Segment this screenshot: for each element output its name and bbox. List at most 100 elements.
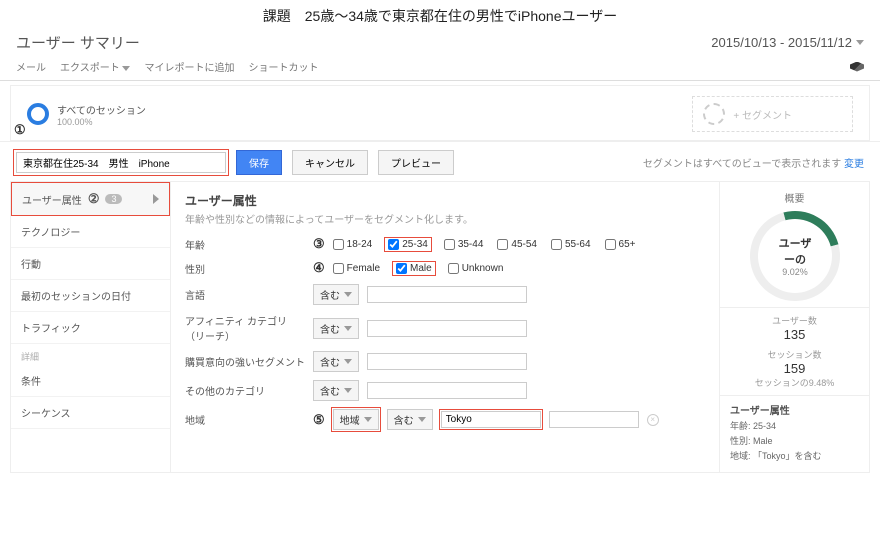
change-link[interactable]: 変更 [844,159,864,170]
segment-bar: すべてのセッション 100.00% + セグメント [10,85,870,141]
chevron-down-icon [344,292,352,297]
chevron-down-icon [856,40,864,45]
summary-kv-gender: 性別: Male [730,434,859,447]
main-panel: ユーザー属性 年齢や性別などの情報によってユーザーをセグメント化します。 年齢 … [171,182,719,472]
marker-1: ① [14,122,26,138]
label-inmarket: 購買意向の強いセグメント [185,354,305,369]
inmarket-input[interactable] [367,353,527,370]
gauge-label: ユーザーの 9.02% [776,235,813,277]
task-title: 課題 25歳～34歳で東京都在住の男性でiPhoneユーザー [0,0,880,28]
age-18-24[interactable]: 18-24 [333,239,373,250]
sidebar-item-label: ユーザー属性 [22,192,82,207]
gauge-pct: 9.02% [776,267,813,277]
label-gender: 性別 [185,261,305,276]
age-25-34[interactable]: 25-34 [386,239,430,250]
toolbar-add-report[interactable]: マイレポートに追加 [144,59,234,74]
row-age: 年齢 ③ 18-24 25-34 35-44 45-54 55-64 65+ [185,236,705,252]
sidebar: ユーザー属性 ② 3 テクノロジー 行動 最初のセッションの日付 トラフィック … [11,182,171,472]
row-language: 言語 含む [185,284,705,305]
row-region: 地域 ⑤ 地域 含む × [185,409,705,430]
toolbar-mail[interactable]: メール [16,59,46,74]
row-inmarket: 購買意向の強いセグメント 含む [185,351,705,372]
region-input[interactable] [441,411,541,428]
sidebar-item-sequences[interactable]: シーケンス [11,397,170,429]
sidebar-item-conditions[interactable]: 条件 [11,365,170,397]
gender-female[interactable]: Female [333,263,380,274]
marker-4: ④ [313,260,325,276]
dd-region-dimension[interactable]: 地域 [333,409,379,430]
region-input-2[interactable] [549,411,639,428]
age-55-64[interactable]: 55-64 [551,239,591,250]
other-input[interactable] [367,382,527,399]
stat-sessions-sub: セッションの9.48% [730,376,859,389]
row-affinity: アフィニティ カテゴリ（リーチ） 含む [185,313,705,343]
age-65plus[interactable]: 65+ [605,239,636,250]
sidebar-item-label: 行動 [21,256,41,271]
segment-add[interactable]: + セグメント [692,96,853,132]
cancel-button[interactable]: キャンセル [292,150,368,175]
date-range-text: 2015/10/13 - 2015/11/12 [711,35,852,50]
chevron-down-icon [418,417,426,422]
label-language: 言語 [185,287,305,302]
education-icon[interactable] [850,62,864,72]
affinity-input[interactable] [367,320,527,337]
sidebar-item-label: シーケンス [21,405,71,420]
row-gender: 性別 ④ Female Male Unknown [185,260,705,276]
dd-affinity-match[interactable]: 含む [313,318,359,339]
sidebar-badge: 3 [105,194,122,204]
dd-other-match[interactable]: 含む [313,380,359,401]
segment-all-sessions[interactable]: すべてのセッション 100.00% [27,102,146,127]
segment-scope-note: セグメントはすべてのビューで表示されます 変更 [643,155,864,170]
toolbar-export[interactable]: エクスポート [60,59,130,74]
summary-head: 概要 [730,190,859,205]
stat-users-num: 135 [730,327,859,342]
stat-users-label: ユーザー数 [730,314,859,327]
gender-male[interactable]: Male [394,263,434,274]
remove-icon[interactable]: × [647,414,659,426]
segment-label: すべてのセッション [57,102,146,117]
age-35-44[interactable]: 35-44 [444,239,484,250]
stat-sessions-label: セッション数 [730,348,859,361]
gender-unknown[interactable]: Unknown [448,263,504,274]
chevron-down-icon [344,388,352,393]
summary-panel: 概要 ユーザーの 9.02% ユーザー数 135 セッション数 159 セッショ… [719,182,869,472]
marker-5: ⑤ [313,412,325,428]
age-45-54[interactable]: 45-54 [497,239,537,250]
summary-kv-age: 年齢: 25-34 [730,419,859,432]
sidebar-item-first-session[interactable]: 最初のセッションの日付 [11,280,170,312]
dd-inmarket-match[interactable]: 含む [313,351,359,372]
dd-language-match[interactable]: 含む [313,284,359,305]
label-age: 年齢 [185,237,305,252]
sidebar-item-technology[interactable]: テクノロジー [11,216,170,248]
donut-blue-icon [27,103,49,125]
gauge-chart: ユーザーの 9.02% [733,195,856,318]
label-other: その他のカテゴリ [185,383,305,398]
chevron-down-icon [344,326,352,331]
language-input[interactable] [367,286,527,303]
dd-region-match[interactable]: 含む [387,409,433,430]
chevron-down-icon [364,417,372,422]
chevron-down-icon [344,359,352,364]
sidebar-detail-head: 詳細 [11,344,170,365]
summary-attr-title: ユーザー属性 [730,402,859,417]
panel-subtitle: 年齢や性別などの情報によってユーザーをセグメント化します。 [185,211,705,226]
row-other: その他のカテゴリ 含む [185,380,705,401]
chevron-down-icon [122,66,130,71]
label-affinity: アフィニティ カテゴリ（リーチ） [185,313,305,343]
preview-button[interactable]: プレビュー [378,150,454,175]
label-region: 地域 [185,412,305,427]
segment-sub: 100.00% [57,117,146,127]
stat-sessions-num: 159 [730,361,859,376]
sidebar-item-label: テクノロジー [21,224,80,239]
stat-users: ユーザー数 135 [730,314,859,342]
sidebar-item-demographics[interactable]: ユーザー属性 ② 3 [11,182,170,216]
toolbar-shortcut[interactable]: ショートカット [248,59,318,74]
sidebar-item-traffic[interactable]: トラフィック [11,312,170,344]
save-button[interactable]: 保存 [236,150,282,175]
date-range-picker[interactable]: 2015/10/13 - 2015/11/12 [711,35,864,50]
donut-grey-icon [703,103,725,125]
segment-name-input[interactable] [16,152,226,173]
sidebar-item-behavior[interactable]: 行動 [11,248,170,280]
summary-kv-region: 地域: 「Tokyo」を含む [730,449,859,462]
marker-2: ② [88,191,100,207]
